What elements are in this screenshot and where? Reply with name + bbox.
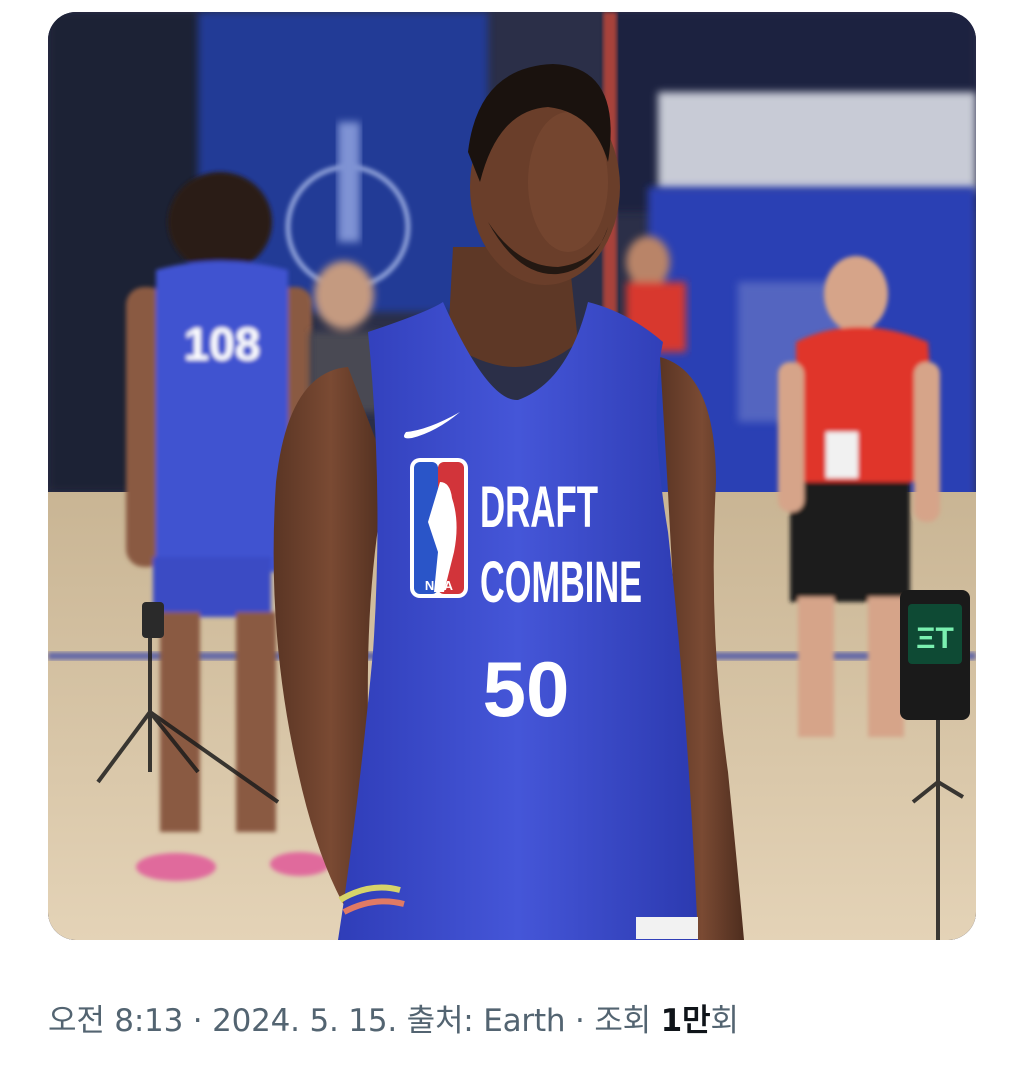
svg-text:ΞT: ΞT — [916, 622, 954, 655]
jersey-text-combine: COMBINE — [480, 550, 642, 615]
meta-separator: · — [565, 1003, 595, 1039]
post-photo[interactable]: 108 ΞT NBA DRAFT COMBINE 50 — [48, 12, 976, 940]
source-label: 출처: — [397, 1003, 484, 1039]
views-suffix: 회 — [710, 1003, 739, 1039]
nba-logo-text: NBA — [425, 578, 454, 593]
post-meta-line: 오전 8:13 · 2024. 5. 15. 출처: Earth · 조회 1만… — [48, 996, 739, 1046]
meta-separator: · — [183, 1003, 213, 1039]
views-count: 1만 — [660, 1003, 711, 1039]
post-time[interactable]: 오전 8:13 — [48, 1003, 183, 1039]
back-jersey-number: 108 — [184, 318, 261, 370]
source-link[interactable]: Earth — [483, 1003, 565, 1039]
jersey-text-draft: DRAFT — [480, 475, 598, 540]
views-label: 조회 — [594, 1003, 661, 1039]
jersey-number: 50 — [483, 645, 570, 733]
photo-scene: 108 ΞT NBA DRAFT COMBINE 50 — [48, 12, 976, 940]
post-date[interactable]: 2024. 5. 15. — [212, 1003, 397, 1039]
